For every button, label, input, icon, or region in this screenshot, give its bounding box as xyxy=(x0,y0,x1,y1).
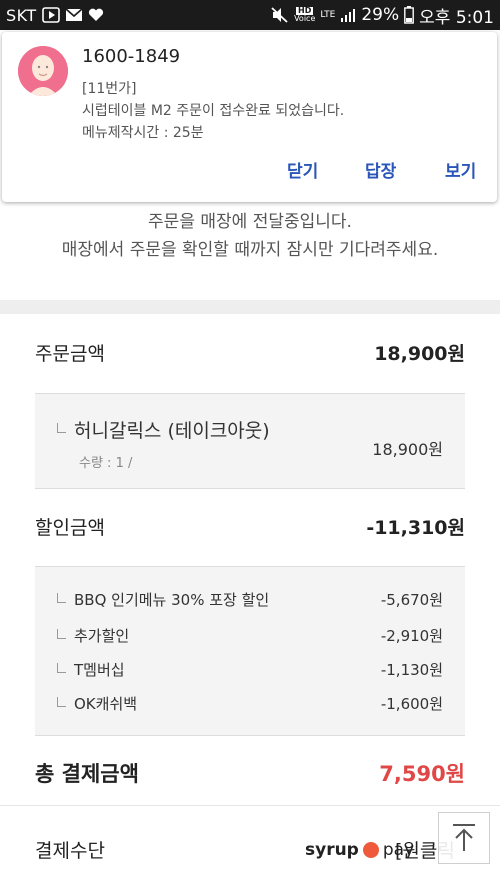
notification-line-1: [11번가] xyxy=(82,81,137,97)
discount-item-left: 추가할인 xyxy=(57,625,129,646)
battery-icon xyxy=(404,6,415,24)
discount-item-amount: -5,670원 xyxy=(380,591,443,609)
lte-label: LTE xyxy=(320,10,336,20)
branch-icon xyxy=(57,662,66,673)
close-button[interactable]: 닫기 xyxy=(287,157,318,182)
status-bar: SKT HD Voice LTE 29% 오후 5:01 xyxy=(0,0,500,30)
arrow-up-icon xyxy=(453,824,475,851)
menu-item-price: 18,900원 xyxy=(372,440,443,459)
mute-icon xyxy=(271,7,289,23)
status-bar-left: SKT xyxy=(6,6,104,25)
total-payment-label: 총 결제금액 xyxy=(35,762,139,786)
discount-amount-label: 할인금액 xyxy=(35,517,105,539)
discount-item: BBQ 인기메뉴 30% 포장 할인 -5,670원 xyxy=(35,589,465,610)
discount-item-name: 추가할인 xyxy=(74,627,130,645)
discount-item-name: T멤버십 xyxy=(74,661,125,679)
play-icon xyxy=(41,7,60,23)
order-amount-label: 주문금액 xyxy=(35,343,105,365)
order-amount-value: 18,900원 xyxy=(374,343,465,365)
reply-button[interactable]: 답장 xyxy=(365,157,396,182)
syrup-dot-icon xyxy=(362,842,379,858)
battery-percent: 29% xyxy=(361,5,400,25)
mail-icon xyxy=(65,8,83,22)
discount-item-left: T멤버십 xyxy=(57,659,125,680)
discount-item-amount: -2,910원 xyxy=(380,627,443,645)
contact-avatar-icon xyxy=(18,46,68,96)
order-status-line2: 매장에서 주문을 확인할 때까지 잠시만 기다려주세요. xyxy=(61,240,439,260)
total-payment-value: 7,590원 xyxy=(379,762,465,786)
discount-item-amount: -1,130원 xyxy=(380,661,443,679)
section-divider xyxy=(0,300,500,314)
discount-item-left: BBQ 인기메뉴 30% 포장 할인 xyxy=(57,589,269,610)
discount-item: T멤버십 -1,130원 xyxy=(35,659,465,680)
scroll-to-top-button[interactable] xyxy=(438,812,490,864)
notification-sender: 1600-1849 xyxy=(82,46,181,67)
payment-method-label: 결제수단 xyxy=(35,840,105,862)
discount-amount-row: 할인금액 -11,310원 xyxy=(35,513,465,540)
branch-icon xyxy=(57,628,66,639)
menu-item-box: 허니갈릭스 (테이크아웃) 18,900원 수량 : 1 / xyxy=(35,393,465,489)
discount-item-name: BBQ 인기메뉴 30% 포장 할인 xyxy=(74,591,270,609)
order-status-message: 주문을 매장에 전달중입니다. 매장에서 주문을 확인할 때까지 잠시만 기다려… xyxy=(0,208,500,264)
message-notification[interactable]: 1600-1849 [11번가] 시럽테이블 M2 주문이 접수완료 되었습니다… xyxy=(2,32,497,202)
discount-item-name: OK캐쉬백 xyxy=(74,695,138,713)
discount-item: OK캐쉬백 -1,600원 xyxy=(35,693,465,714)
menu-item-quantity: 수량 : 1 / xyxy=(79,456,133,471)
order-amount-row: 주문금액 18,900원 xyxy=(35,339,465,366)
order-status-line1: 주문을 매장에 전달중입니다. xyxy=(148,212,352,232)
discount-list-box: BBQ 인기메뉴 30% 포장 할인 -5,670원 추가할인 -2,910원 … xyxy=(35,566,465,736)
notification-line-2: 시럽테이블 M2 주문이 접수완료 되었습니다. xyxy=(82,103,345,119)
total-divider xyxy=(0,805,500,806)
heart-icon xyxy=(88,8,104,22)
carrier-label: SKT xyxy=(6,5,37,25)
discount-amount-value: -11,310원 xyxy=(366,517,465,539)
signal-icon xyxy=(340,7,356,23)
branch-icon xyxy=(57,422,66,433)
branch-icon xyxy=(57,592,66,603)
view-button[interactable]: 보기 xyxy=(445,157,476,182)
discount-item: 추가할인 -2,910원 xyxy=(35,625,465,646)
voice-label: Voice xyxy=(294,14,316,23)
discount-item-amount: -1,600원 xyxy=(380,695,443,713)
hd-voice-badge: HD Voice xyxy=(294,7,315,23)
clock: 오후 5:01 xyxy=(419,7,494,28)
syrup-text: syrup xyxy=(305,840,359,860)
notification-line-3: 메뉴제작시간 : 25분 xyxy=(82,125,204,141)
total-payment-row: 총 결제금액 7,590원 xyxy=(35,758,465,788)
branch-icon xyxy=(57,696,66,707)
status-bar-right: HD Voice LTE 29% 오후 5:01 xyxy=(271,3,494,28)
discount-item-left: OK캐쉬백 xyxy=(57,693,137,714)
